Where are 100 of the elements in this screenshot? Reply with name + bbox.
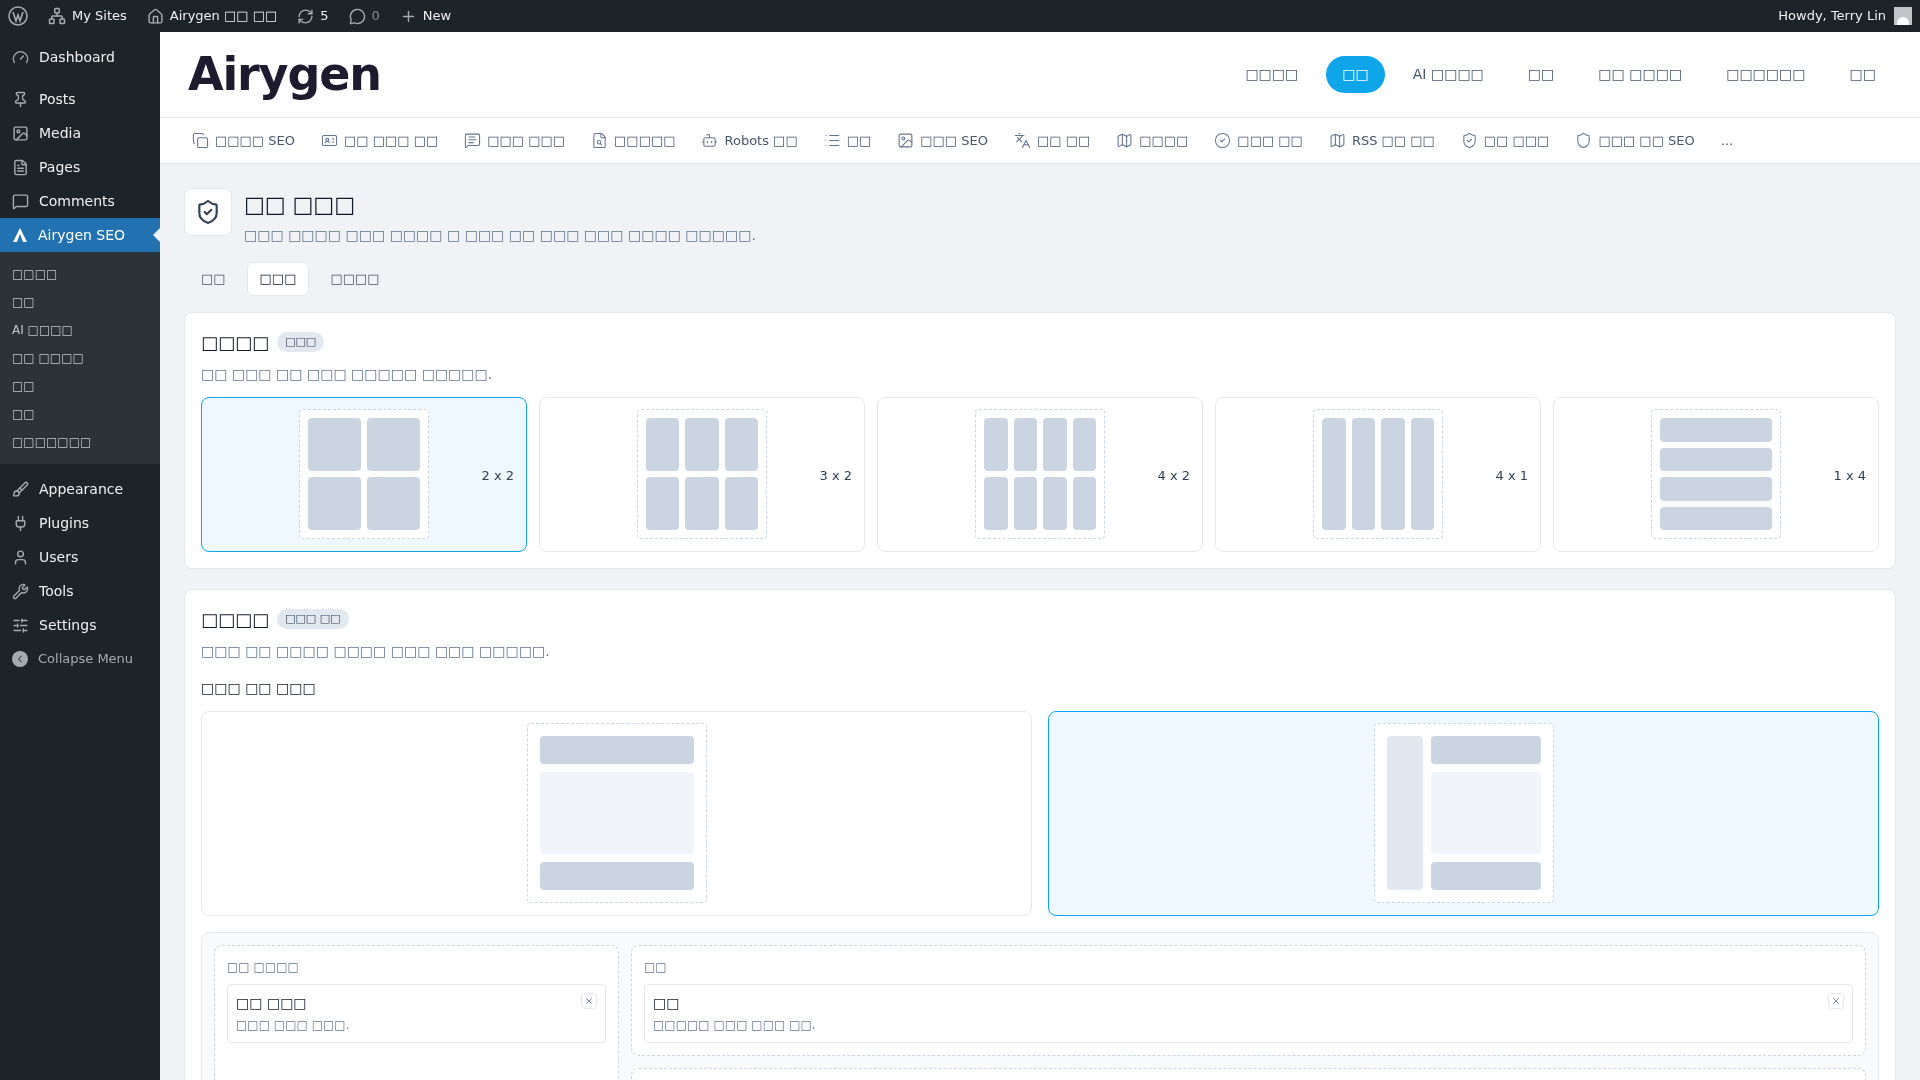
layout-label: □□□ □□ □□□ [201,678,317,698]
active-pointer-icon [153,228,160,242]
header-nav-link[interactable]: □□ □□□□ [1582,56,1699,93]
map-icon [1116,132,1134,149]
check-circle-icon [1214,132,1232,149]
header-nav-link[interactable]: □□□□□□ [1710,56,1822,93]
module-tab[interactable]: Robots □□ [701,130,798,151]
module-tab[interactable]: □□ □□ [1013,130,1091,151]
section-title: □□□□ [201,330,270,355]
page-title: □□ □□□ [244,191,356,219]
module-tab[interactable]: □□ □□□ [1460,130,1550,151]
widget-description: □□□□□ □□□ □□□ □□. [653,1016,817,1034]
sub-tab[interactable]: □□□□ [317,262,393,296]
pages-icon [12,158,29,176]
module-tab[interactable]: □□□□ SEO [192,130,295,151]
brush-icon [12,480,29,498]
submenu-item[interactable]: □□□□□□□ [0,428,160,456]
sidebar-item[interactable]: Tools [0,574,160,608]
widget-card[interactable]: □□ □□□□□ □□□ □□□ □□. [644,983,1853,1043]
grid-option[interactable]: 4 x 1 [1215,396,1541,552]
copy-icon [192,132,209,149]
pin-icon [12,90,29,108]
collapse-menu-button[interactable]: Collapse Menu [0,642,160,676]
user-icon [12,548,29,566]
shield-icon [1575,132,1593,149]
sidebar-item[interactable]: Plugins [0,506,160,540]
column-title: □□ □□□□ [227,958,300,976]
sub-tab[interactable]: □□ [188,262,239,296]
comment-icon [348,7,366,25]
header-nav-link[interactable]: □□ [1833,56,1892,93]
grid-option[interactable]: 2 x 2 [201,396,527,552]
admin-bar-link[interactable]: 0 [348,6,380,26]
admin-bar-link[interactable]: Airygen □□ □□ [146,6,278,26]
module-tab[interactable]: □□ □□□ □□ [320,130,439,151]
page-description: □□□ □□□□ □□□ □□□□ □ □□□ □□ □□□ □□□ □□□□ □□□□□. [244,226,756,245]
grid-option-label: 4 x 1 [1495,466,1528,485]
close-icon [584,995,594,1006]
section-description: □□□ □□ □□□□ □□□□ □□□ □□□ □□□□□. [201,641,551,661]
sub-tab[interactable]: □□□ [246,262,310,296]
grid-option[interactable]: 4 x 2 [877,396,1203,552]
page-icon [184,188,232,236]
module-tab[interactable]: ... [1720,130,1734,151]
admin-bar-link[interactable]: My Sites [48,6,127,26]
file-icon [591,132,609,149]
module-tab[interactable]: □□□ □□□ [464,130,566,151]
submenu-item[interactable]: □□ [0,288,160,316]
header-nav-link[interactable]: □□ [1511,56,1571,93]
module-tab[interactable]: □□ [823,130,872,151]
logo[interactable]: Airygen [188,40,381,109]
sites-icon [48,7,66,25]
widget-title: □□ □□□ [236,993,307,1013]
grid-option[interactable]: 3 x 2 [539,396,865,552]
admin-bar-link[interactable]: 5 [297,6,329,26]
sidebar-item[interactable]: Posts [0,82,160,116]
grid-option[interactable]: 1 x 4 [1553,396,1879,552]
sidebar-item[interactable]: Dashboard [0,40,160,74]
submenu-item[interactable]: □□□□ [0,260,160,288]
sidebar-item[interactable]: Appearance [0,472,160,506]
sidebar-item[interactable]: Airygen SEO [0,218,160,252]
submenu-item[interactable]: □□ [0,400,160,428]
shield-icon [1460,132,1478,149]
refresh-icon [297,7,315,25]
sliders-icon [12,616,29,634]
sidebar-item[interactable]: Settings [0,608,160,642]
module-tab[interactable]: □□□□ [1116,130,1189,151]
remove-button[interactable] [1828,992,1844,1009]
sidebar-item[interactable]: Users [0,540,160,574]
module-tab[interactable]: □□□□□ [591,130,676,151]
remove-button[interactable] [581,992,597,1009]
sidebar-item[interactable]: Comments [0,184,160,218]
module-tab[interactable]: □□□ □□ SEO [1575,130,1695,151]
header-nav-link[interactable]: □□□□ [1229,56,1315,93]
wordpress-logo-icon[interactable] [8,6,28,26]
close-icon [1831,995,1841,1006]
message-icon [464,132,482,149]
section-badge: □□□ □□ [277,608,349,630]
avatar-icon [1894,7,1912,25]
account-link[interactable]: Howdy, Terry Lin [1778,6,1912,26]
collapse-icon [12,651,28,667]
module-tab[interactable]: RSS □□ □□ [1328,130,1435,151]
image-icon [897,132,915,149]
submenu-item[interactable]: □□ □□□□ [0,344,160,372]
grid-option-label: 2 x 2 [481,466,514,485]
grid-option-label: 3 x 2 [819,466,852,485]
submenu-item[interactable]: AI □□□□ [0,316,160,344]
card-icon [320,132,338,149]
admin-bar-link[interactable]: New [399,6,452,26]
grid-option-label: 4 x 2 [1157,466,1190,485]
translate-icon [1013,132,1031,149]
module-tab[interactable]: □□□ SEO [897,130,988,151]
home-icon [146,7,164,25]
widget-card[interactable]: □□ □□□ □□□ □□□ □□□. [227,983,606,1043]
widget-description: □□□ □□□ □□□. [236,1016,351,1034]
sidebar-item[interactable]: Pages [0,150,160,184]
header-nav-link[interactable]: AI □□□□ [1396,56,1500,93]
submenu-item[interactable]: □□ [0,372,160,400]
sidebar-item[interactable]: Media [0,116,160,150]
list-icon [823,132,841,149]
module-tab[interactable]: □□□ □□ [1214,130,1303,151]
robot-icon [701,132,719,149]
